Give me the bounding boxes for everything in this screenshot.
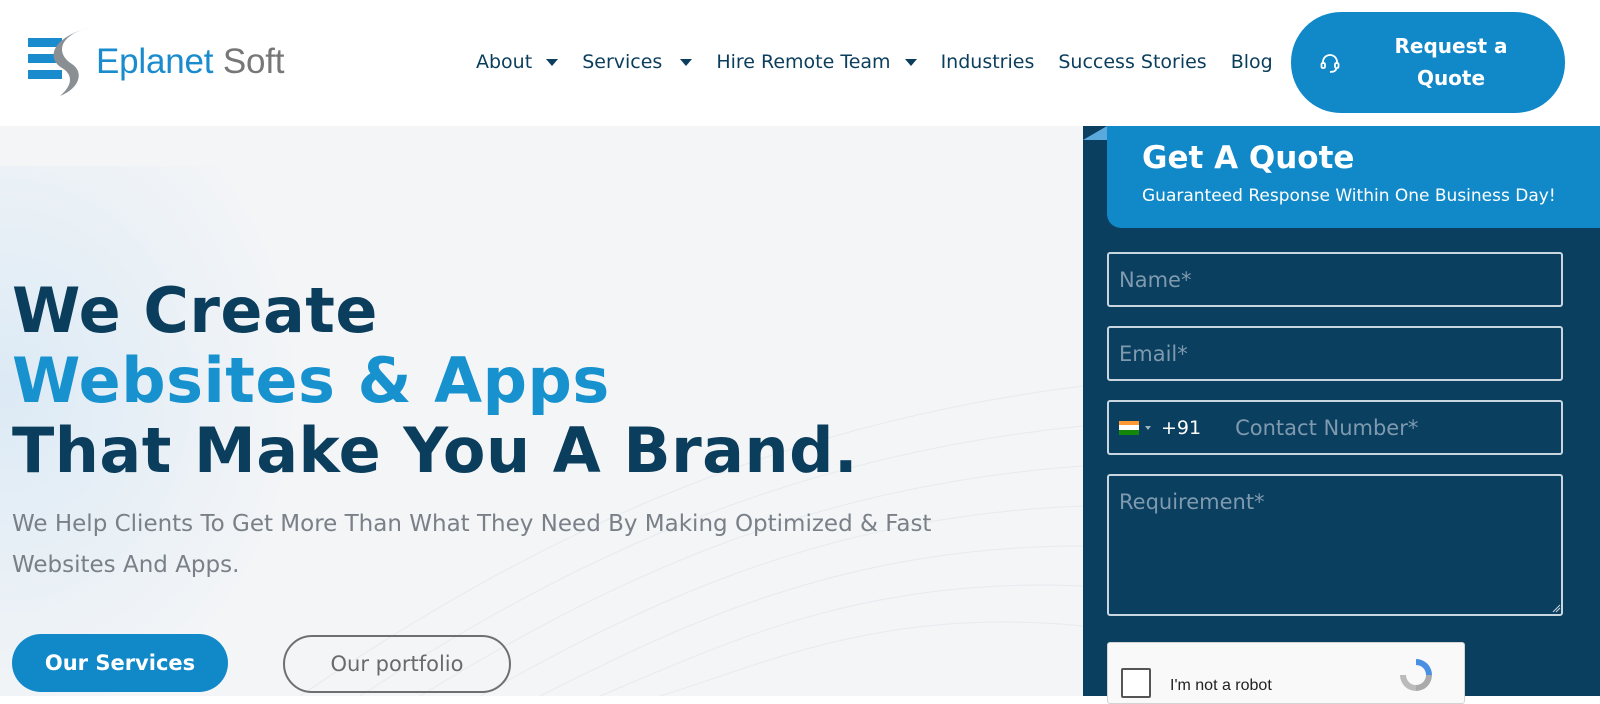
hero-heading-line1: We Create (12, 274, 378, 347)
requirement-field[interactable] (1107, 474, 1563, 616)
email-field[interactable] (1107, 326, 1563, 381)
nav-item-label: Industries (940, 51, 1035, 73)
hero-section: We Create Websites & Apps That Make You … (0, 126, 1083, 696)
india-flag-icon[interactable] (1119, 420, 1139, 435)
nav-item-blog[interactable]: Blog (1231, 51, 1273, 73)
brand-name-part1: Eplanet (96, 42, 214, 81)
nav-item-success-stories[interactable]: Success Stories (1058, 51, 1206, 73)
name-field[interactable] (1107, 252, 1563, 307)
chevron-down-icon (546, 58, 559, 66)
request-quote-label: Request a Quote (1394, 34, 1508, 90)
nav-item-hire-remote-team[interactable]: Hire Remote Team (716, 51, 917, 73)
hero-heading-line3: That Make You A Brand. (12, 414, 859, 487)
dial-code: +91 (1161, 416, 1202, 439)
recaptcha-widget: I'm not a robot (1107, 642, 1465, 704)
recaptcha-label: I'm not a robot (1170, 677, 1272, 694)
nav-item-label: Hire Remote Team (716, 51, 891, 73)
resize-grip-icon[interactable] (1552, 604, 1561, 613)
nav-item-about[interactable]: About (476, 51, 559, 73)
nav-item-industries[interactable]: Industries (941, 51, 1035, 73)
nav-item-label: About (476, 51, 533, 73)
logo-mark-icon (28, 26, 92, 98)
brand-name: Eplanet Soft (96, 42, 285, 82)
recaptcha-logo-icon (1400, 659, 1432, 691)
chevron-down-icon[interactable] (1145, 425, 1151, 430)
recaptcha-checkbox[interactable] (1121, 668, 1151, 698)
panel-fold-decoration (1083, 126, 1107, 140)
phone-field-group: +91 (1107, 400, 1563, 455)
quote-panel-subtitle: Guaranteed Response Within One Business … (1142, 186, 1556, 206)
our-portfolio-button[interactable]: Our portfolio (283, 635, 511, 693)
brand-name-part2: Soft (222, 42, 285, 81)
nav-item-label: Blog (1230, 51, 1273, 73)
nav-item-label: Success Stories (1058, 51, 1207, 73)
headset-icon (1319, 52, 1341, 78)
brand-logo[interactable]: Eplanet Soft (28, 26, 298, 98)
contact-number-field[interactable] (1233, 414, 1558, 441)
site-header: Eplanet Soft About Services Hire Remote … (0, 0, 1600, 126)
nav-item-services[interactable]: Services (582, 51, 693, 73)
quote-panel-title: Get A Quote (1142, 140, 1355, 176)
nav-item-label: Services (582, 51, 663, 73)
chevron-down-icon (904, 58, 917, 66)
quote-panel-header: Get A Quote Guaranteed Response Within O… (1107, 126, 1600, 228)
our-services-button[interactable]: Our Services (12, 634, 228, 692)
request-quote-button[interactable]: Request a Quote (1291, 12, 1565, 113)
hero-subtitle: We Help Clients To Get More Than What Th… (12, 511, 932, 578)
main-nav: About Services Hire Remote Team Industri… (476, 44, 1273, 80)
hero-heading-line2: Websites & Apps (12, 344, 610, 417)
chevron-down-icon (680, 58, 693, 66)
